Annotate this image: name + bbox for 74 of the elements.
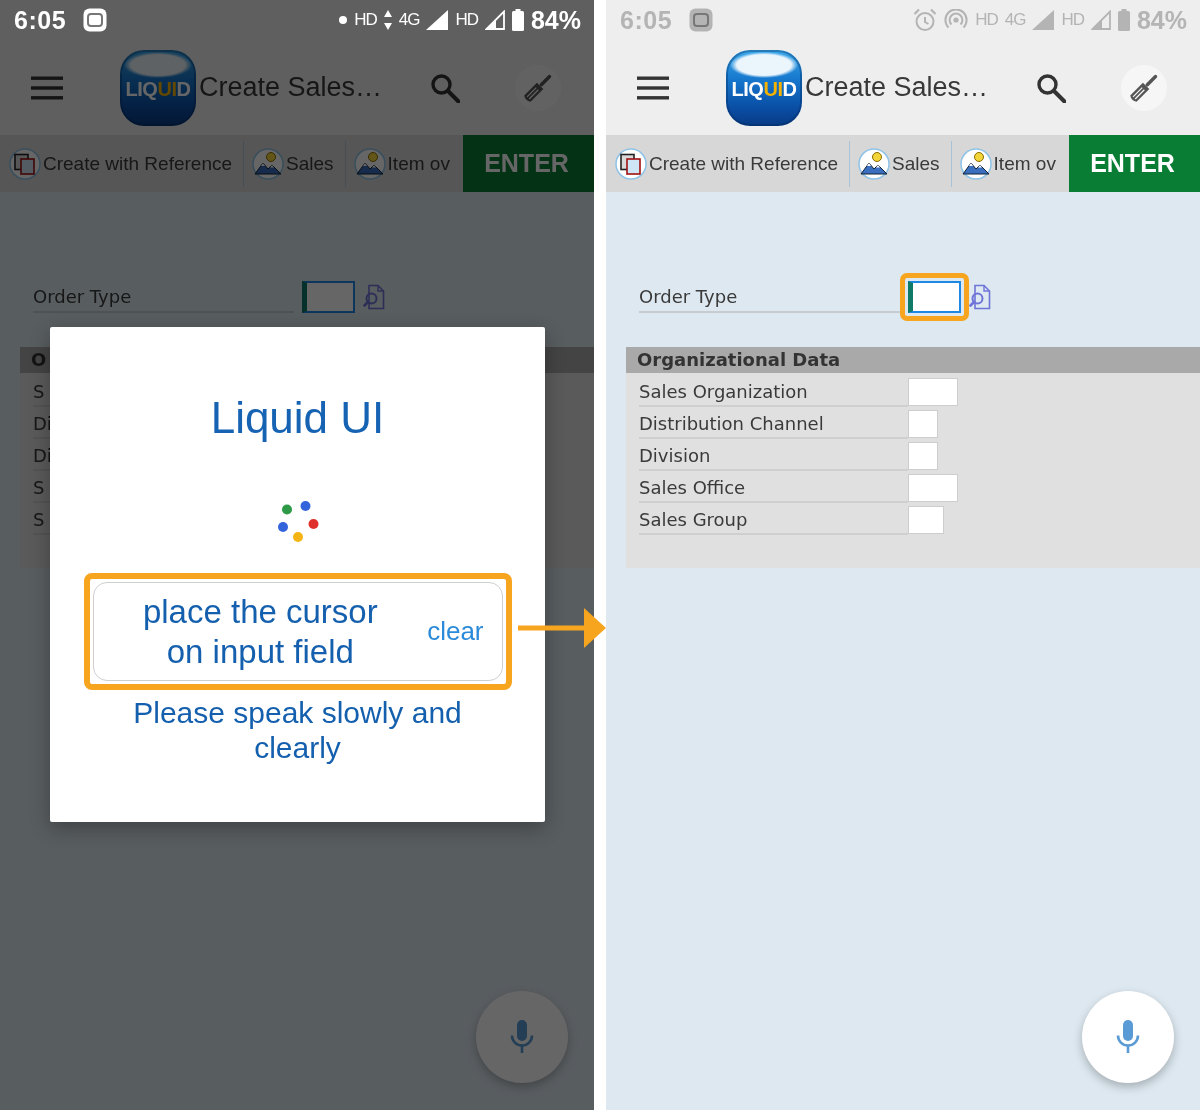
screen-title: Create Sales… [805, 72, 989, 103]
search-icon[interactable] [1036, 72, 1066, 103]
status-text: HD [975, 10, 998, 30]
notification-dot-icon [339, 16, 348, 24]
mic-icon [509, 1020, 535, 1054]
field-label: Order Type [33, 285, 132, 307]
loading-dots-icon [276, 500, 319, 543]
hint-text: Please speak slowly and clearly [132, 695, 463, 765]
toolbar-button[interactable]: Sales [252, 135, 334, 192]
field-label: Di [33, 412, 52, 434]
field-label: Distribution Channel [639, 412, 824, 434]
mic-icon [1115, 1020, 1141, 1054]
field-label: Di [33, 444, 52, 466]
input-field[interactable] [302, 281, 355, 313]
input-field[interactable] [908, 442, 938, 470]
dialog-title: Liquid UI [210, 392, 385, 444]
document-search-icon[interactable] [969, 284, 991, 310]
brush-button[interactable] [1121, 64, 1167, 111]
signal-weak-icon [484, 10, 505, 30]
landscape-icon [959, 147, 992, 180]
field-label: S [33, 380, 45, 402]
signal-icon [1032, 10, 1055, 30]
status-text: 84% [530, 5, 581, 35]
app-notification-icon [689, 8, 714, 32]
input-field[interactable] [908, 474, 958, 502]
signal-weak-icon [1090, 10, 1111, 30]
group-header: Organizational Data [626, 347, 1200, 373]
alarm-clock-icon [913, 8, 938, 32]
battery-icon [1117, 9, 1130, 31]
brush-icon [1130, 73, 1158, 102]
input-field[interactable] [908, 378, 958, 406]
toolbar-button[interactable]: Item ov [959, 135, 1056, 192]
status-text: HD [1061, 10, 1084, 30]
transcript-text: place the cursor on input field [141, 591, 379, 672]
field-label: Sales Group [639, 508, 748, 530]
status-time: 6:05 [14, 5, 67, 35]
toolbar-button[interactable]: Item ov [353, 135, 450, 192]
field-label: Sales Organization [639, 380, 808, 402]
signal-icon [426, 10, 449, 30]
pages-icon [9, 147, 41, 180]
clear-button[interactable]: clear [427, 616, 484, 647]
app-notification-icon [83, 8, 108, 32]
screen-title: Create Sales… [199, 72, 383, 103]
menu-icon[interactable] [637, 75, 669, 100]
logo-text: LIQUID [125, 78, 191, 101]
logo-text: LIQUID [731, 78, 797, 101]
landscape-icon [353, 147, 386, 180]
input-field[interactable] [908, 410, 938, 438]
hotspot-icon [944, 9, 969, 31]
brush-icon [524, 73, 552, 102]
status-time: 6:05 [620, 5, 673, 35]
battery-icon [511, 9, 524, 31]
field-label: Order Type [639, 285, 738, 307]
status-text: 84% [1136, 5, 1187, 35]
toolbar-button[interactable]: Create with Reference [9, 135, 233, 192]
enter-button[interactable]: ENTER [1069, 135, 1200, 192]
toolbar-button[interactable]: Create with Reference [615, 135, 839, 192]
field-label: S [33, 476, 45, 498]
field-label: S [33, 508, 45, 530]
landscape-icon [252, 147, 285, 180]
status-text: 4G [1004, 10, 1026, 30]
enter-button[interactable]: ENTER [463, 135, 594, 192]
input-field[interactable] [908, 281, 961, 313]
status-text: HD [455, 10, 478, 30]
data-arrows-icon [383, 10, 392, 30]
input-field[interactable] [908, 506, 944, 534]
toolbar-button[interactable]: Sales [858, 135, 940, 192]
field-label: Division [639, 444, 711, 466]
field-label: Sales Office [639, 476, 746, 498]
status-text: 4G [398, 10, 420, 30]
status-text: HD [354, 10, 377, 30]
document-search-icon[interactable] [363, 284, 385, 310]
landscape-icon [858, 147, 891, 180]
pages-icon [615, 147, 647, 180]
